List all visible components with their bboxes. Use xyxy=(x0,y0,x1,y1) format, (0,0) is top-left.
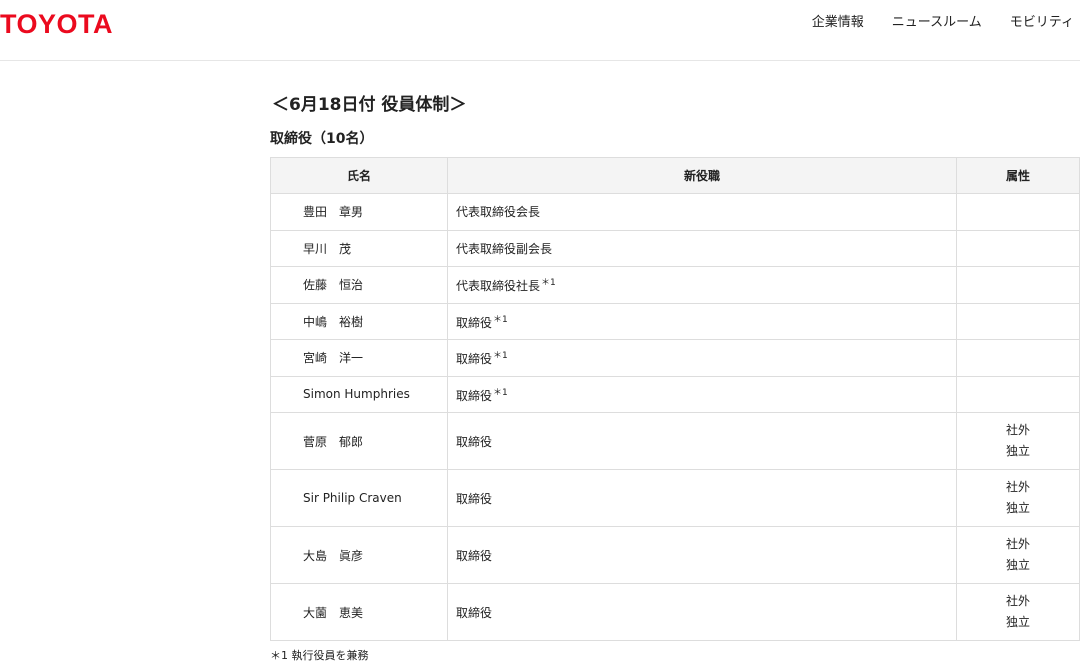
table-row: Sir Philip Craven 取締役 社外独立 xyxy=(270,469,1080,527)
position-label: 取締役 xyxy=(456,605,493,620)
member-attribute xyxy=(956,193,1080,231)
footnote-marker: ＊1 xyxy=(541,278,556,289)
member-position: 取締役＊1 xyxy=(447,302,957,340)
member-position: 代表取締役副会長 xyxy=(447,229,957,267)
position-label: 代表取締役副会長 xyxy=(456,241,553,256)
member-attribute: 社外 独立 xyxy=(956,526,1080,584)
member-position: 取締役 xyxy=(447,526,957,584)
attribute-label: 社外 xyxy=(1005,480,1030,494)
position-label: 取締役 xyxy=(456,491,493,506)
attribute-label: 独立 xyxy=(1005,558,1030,572)
column-header-position: 新役職 xyxy=(447,157,957,194)
member-attribute xyxy=(956,266,1080,304)
table-row: 大島 眞彦 取締役 社外独立 xyxy=(270,526,1080,584)
member-position: 取締役＊1 xyxy=(447,339,957,377)
member-name: 大島 眞彦 xyxy=(270,526,448,584)
member-name: 早川 茂 xyxy=(270,229,448,267)
nav-item-mobility[interactable]: モビリティ xyxy=(1010,14,1074,32)
toyota-logo[interactable]: TOYOTA xyxy=(0,9,113,39)
member-position: 代表取締役社長＊1 xyxy=(447,266,957,304)
nav-item-newsroom[interactable]: ニュースルーム xyxy=(892,14,982,32)
member-name: Sir Philip Craven xyxy=(270,469,448,527)
table-row: 早川 茂代表取締役副会長 xyxy=(270,229,1080,267)
table-body: 豊田 章男 代表取締役会長 早川 茂代表取締役副会長 佐藤 恒治 代表取締役社長＊1 中嶋… xyxy=(270,193,1080,641)
nav-item-corporate[interactable]: 企業情報 xyxy=(812,14,864,32)
member-position: 取締役 xyxy=(447,583,957,641)
member-name: 佐藤 恒治 xyxy=(270,266,448,304)
position-label: 取締役 xyxy=(456,548,493,563)
position-label: 代表取締役社長 xyxy=(456,279,541,294)
member-attribute xyxy=(956,302,1080,340)
member-position: 代表取締役会長 xyxy=(447,193,957,231)
attribute-label: 独立 xyxy=(1005,501,1030,515)
member-name: 豊田 章男 xyxy=(270,193,448,231)
member-name: 菅原 郁郎 xyxy=(270,412,448,470)
position-label: 代表取締役会長 xyxy=(456,205,541,220)
table-header-row: 氏名 新役職 属性 xyxy=(270,157,1080,194)
attribute-label: 社外 xyxy=(1005,423,1030,437)
table-row: 中嶋 裕樹 取締役＊1 xyxy=(270,302,1080,340)
table-row: 宮崎 洋一 取締役＊1 xyxy=(270,339,1080,377)
member-attribute xyxy=(956,339,1080,377)
attribute-label: 社外 xyxy=(1005,594,1030,608)
member-position: 取締役＊1 xyxy=(447,375,957,413)
attribute-label: 独立 xyxy=(1005,615,1030,629)
column-header-name: 氏名 xyxy=(270,157,448,194)
footnote-marker: ＊1 xyxy=(493,387,508,398)
board-members-table: 氏名 新役職 属性 豊田 章男 代表取締役会長 早川 茂代表取締役副会長 佐藤 恒治代… xyxy=(270,157,1080,641)
table-row: 豊田 章男 代表取締役会長 xyxy=(270,193,1080,231)
page-title: ＜6月18日付 役員体制＞ xyxy=(272,95,467,115)
column-header-attribute: 属性 xyxy=(956,157,1080,194)
section-title: 取締役（10名） xyxy=(270,131,374,147)
member-position: 取締役 xyxy=(447,412,957,470)
member-attribute xyxy=(956,375,1080,413)
position-label: 取締役 xyxy=(456,388,493,403)
table-row: 菅原 郁郎 取締役 社外独立 xyxy=(270,412,1080,470)
position-label: 取締役 xyxy=(456,352,493,367)
table-row: 佐藤 恒治 代表取締役社長＊1 xyxy=(270,266,1080,304)
site-header: TOYOTA 企業情報 ニュースルーム モビリティ xyxy=(0,0,1080,61)
main-nav: 企業情報 ニュースルーム モビリティ xyxy=(784,14,1074,32)
footnote: ＊1 執行役員を兼務 xyxy=(270,649,369,662)
footnote-marker: ＊1 xyxy=(493,351,508,362)
table-row: 大薗 恵美 取締役 社外独立 xyxy=(270,583,1080,641)
member-attribute: 社外 独立 xyxy=(956,412,1080,470)
position-label: 取締役 xyxy=(456,434,493,449)
member-name: Simon Humphries xyxy=(270,375,448,413)
member-name: 中嶋 裕樹 xyxy=(270,302,448,340)
member-name: 宮崎 洋一 xyxy=(270,339,448,377)
attribute-label: 社外 xyxy=(1005,537,1030,551)
attribute-label: 独立 xyxy=(1005,444,1030,458)
member-attribute xyxy=(956,229,1080,267)
footnote-marker: ＊1 xyxy=(493,314,508,325)
position-label: 取締役 xyxy=(456,315,493,330)
table-row: Simon Humphries 取締役＊1 xyxy=(270,375,1080,413)
member-attribute: 社外 独立 xyxy=(956,583,1080,641)
member-position: 取締役 xyxy=(447,469,957,527)
main-content: ＜6月18日付 役員体制＞ 取締役（10名） 氏名 新役職 属性 豊田 章男 代表… xyxy=(270,92,1080,663)
member-name: 大薗 恵美 xyxy=(270,583,448,641)
member-attribute: 社外 独立 xyxy=(956,469,1080,527)
